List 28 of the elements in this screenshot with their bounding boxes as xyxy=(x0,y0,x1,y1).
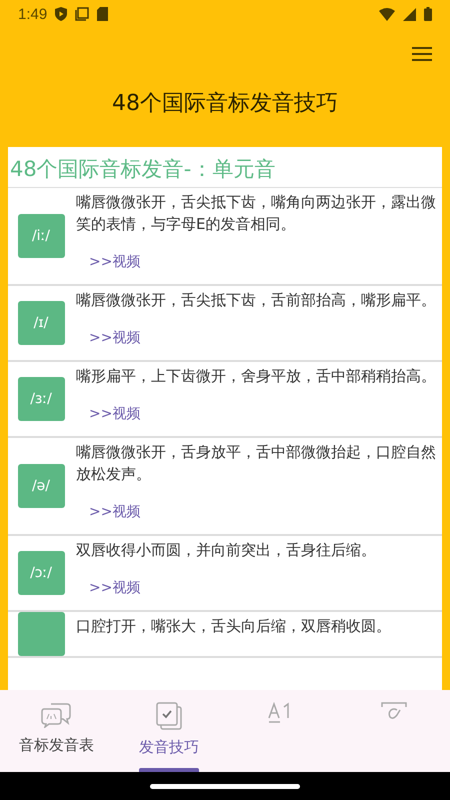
wifi-icon xyxy=(379,8,395,20)
video-link[interactable]: >>视频 xyxy=(76,235,438,273)
video-link[interactable]: >>视频 xyxy=(76,485,438,523)
video-link[interactable]: >>视频 xyxy=(76,311,438,349)
nav-tab[interactable]: 音标发音表 xyxy=(0,690,112,772)
shield-icon xyxy=(55,7,68,21)
video-link[interactable]: >>视频 xyxy=(76,561,438,599)
description-text: 嘴唇微微张开，舌身放平，舌中部微微抬起，口腔自然放松发声。 xyxy=(76,442,437,485)
signal-icon xyxy=(403,8,416,20)
copy-icon xyxy=(75,7,90,21)
menu-button[interactable] xyxy=(410,44,434,64)
video-link[interactable]: >>视频 xyxy=(76,387,438,425)
description-text: 双唇收得小而圆，并向前突出，舌身往后缩。 xyxy=(76,540,377,561)
description-text: 嘴唇微微张开，舌尖抵下齿，嘴角向两边张开，露出微笑的表情，与字母E的发音相同。 xyxy=(76,192,437,235)
checklist-icon xyxy=(156,702,182,730)
status-time: 1:49 xyxy=(18,6,48,22)
description-text: 口腔打开，嘴张大，舌头向后缩，双唇稍收圆。 xyxy=(76,616,392,637)
description-text: 嘴唇微微张开，舌尖抵下齿，舌前部抬高，嘴形扁平。 xyxy=(76,290,437,311)
description-text: 嘴形扁平，上下齿微开，舍身平放，舌中部稍稍抬高。 xyxy=(76,366,437,387)
phonetic-button[interactable] xyxy=(18,612,64,656)
section-heading: 48个国际音标发音-：单元音 xyxy=(8,147,442,188)
speech-bubbles-icon xyxy=(41,702,72,728)
page-title: 48个国际音标发音技巧 xyxy=(111,90,339,118)
nav-tab[interactable]: 发音技巧 xyxy=(112,690,225,772)
sd-card-icon xyxy=(97,7,108,21)
home-indicator[interactable] xyxy=(150,784,300,788)
battery-icon xyxy=(424,7,432,21)
menu-icon xyxy=(412,46,432,62)
